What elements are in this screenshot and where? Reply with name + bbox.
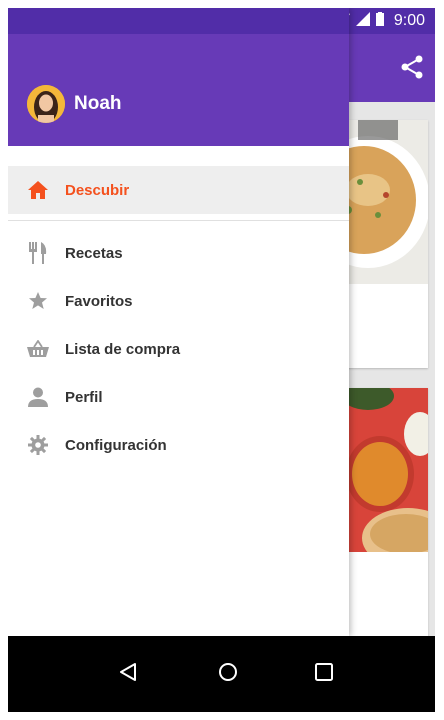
menu-item-label: Recetas [65,244,123,262]
menu-item-label: Favoritos [65,292,133,310]
recents-square-icon [314,662,334,687]
person-icon [26,385,50,409]
menu-item-label: Perfil [65,388,103,406]
menu-item-shopping-list[interactable]: Lista de compra [8,325,349,373]
menu-item-label: Configuración [65,436,167,454]
status-time: 9:00 [393,12,425,29]
drawer-header: Noah [8,8,349,146]
recents-button[interactable] [310,660,338,688]
menu-item-profile[interactable]: Perfil [8,373,349,421]
phone-screen: 9:00 Noah Descubir Recetas Favoritos Lis… [8,8,435,712]
menu-item-label: Lista de compra [65,340,181,358]
basket-icon [26,337,50,361]
share-icon[interactable] [399,54,425,85]
navigation-drawer: Noah Descubir Recetas Favoritos Lista de… [8,8,349,636]
system-nav-bar [8,636,435,712]
battery-icon [375,11,384,31]
menu-item-favorites[interactable]: Favoritos [8,277,349,325]
signal-icon [355,11,370,31]
back-triangle-icon [118,662,138,687]
menu-item-settings[interactable]: Configuración [8,421,349,469]
restaurant-icon [26,241,50,265]
home-button[interactable] [214,660,242,688]
back-button[interactable] [114,660,142,688]
home-icon [26,178,50,202]
home-circle-icon [218,662,238,687]
menu-item-label: Descubir [65,181,130,199]
menu-item-discover[interactable]: Descubir [8,166,349,214]
drawer-menu: Descubir Recetas Favoritos Lista de comp… [8,166,349,469]
avatar[interactable] [27,85,65,123]
user-name: Noah [74,93,122,114]
menu-item-recipes[interactable]: Recetas [8,229,349,277]
drawer-status-bar [8,8,349,34]
gear-icon [26,433,50,457]
menu-divider [8,220,349,221]
star-icon [26,289,50,313]
